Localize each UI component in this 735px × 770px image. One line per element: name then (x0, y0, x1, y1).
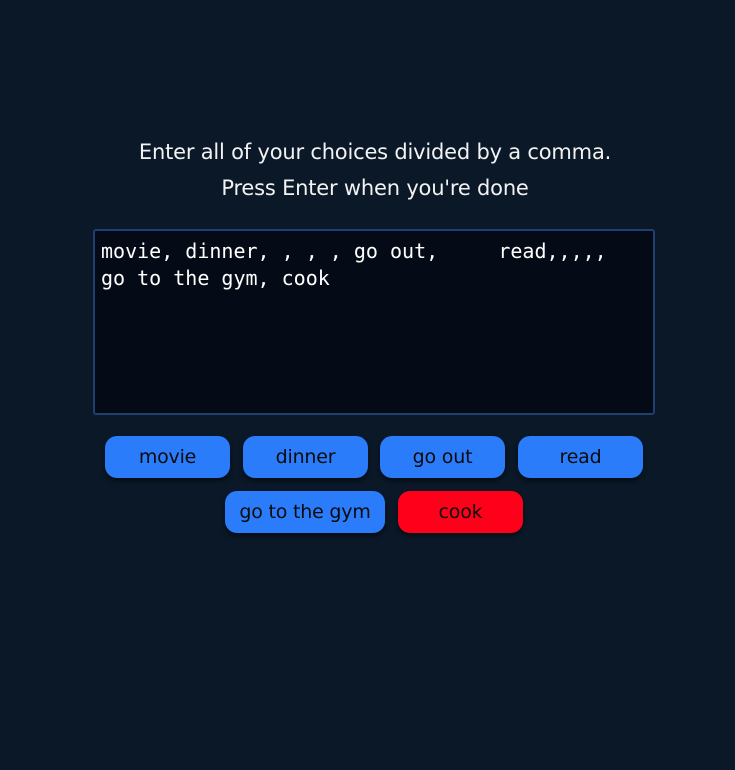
choice-button-read[interactable]: read (518, 436, 643, 478)
app-container: Enter all of your choices divided by a c… (0, 0, 735, 770)
instructions-line-1: Enter all of your choices divided by a c… (138, 140, 612, 164)
instructions-heading: Enter all of your choices divided by a c… (0, 134, 735, 206)
instructions-line-2: Press Enter when you're done (221, 176, 529, 200)
choices-textarea[interactable] (93, 229, 655, 415)
choice-button-cook[interactable]: cook (398, 491, 523, 533)
choice-button-go-to-the-gym[interactable]: go to the gym (225, 491, 385, 533)
choice-button-dinner[interactable]: dinner (243, 436, 368, 478)
choice-button-go-out[interactable]: go out (380, 436, 505, 478)
choice-button-movie[interactable]: movie (105, 436, 230, 478)
